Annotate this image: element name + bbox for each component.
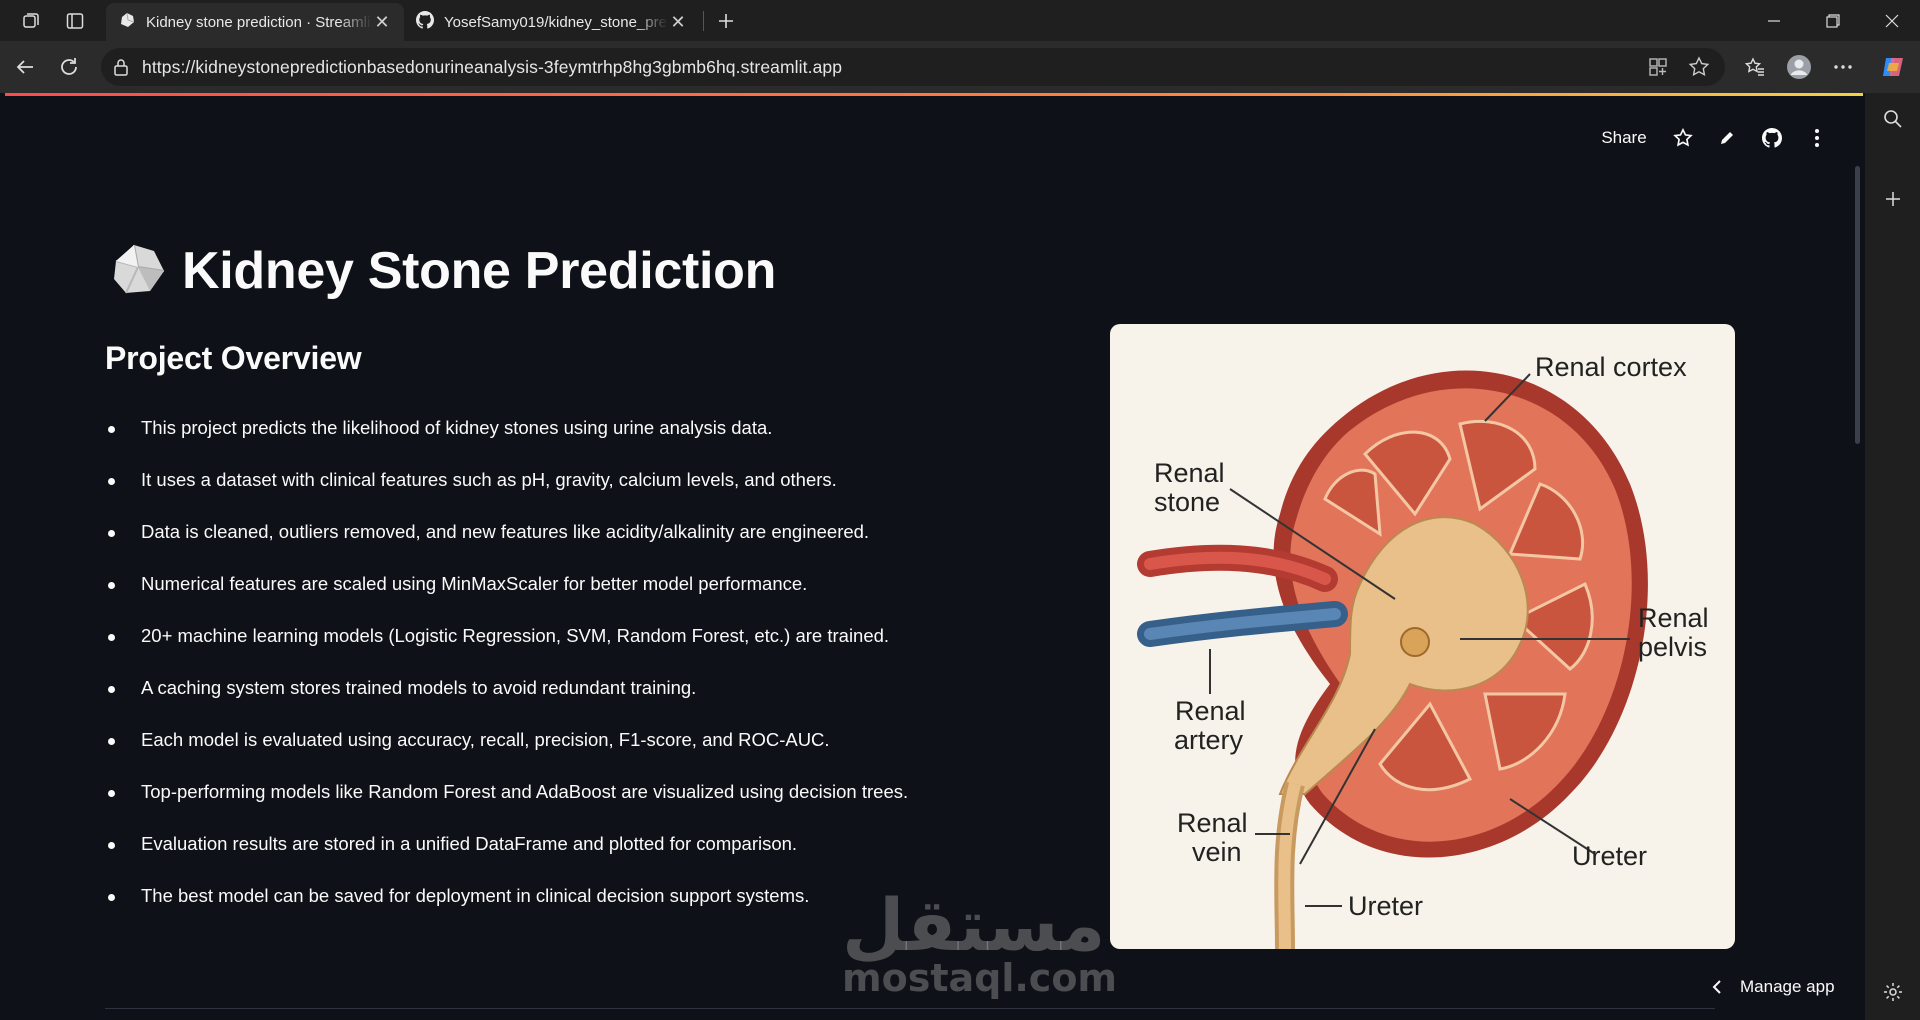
github-icon[interactable]	[1757, 123, 1787, 153]
favorites-icon[interactable]	[1742, 54, 1768, 80]
scrollbar[interactable]	[1855, 166, 1860, 444]
copilot-icon[interactable]	[1880, 54, 1906, 80]
list-item: Data is cleaned, outliers removed, and n…	[108, 507, 988, 559]
bullet-dot	[108, 426, 115, 433]
restore-icon[interactable]	[1805, 0, 1861, 41]
tab-title: Kidney stone prediction · Streamlit	[146, 13, 372, 31]
label-renal-artery-line1: Renal	[1175, 696, 1246, 726]
app-available-icon[interactable]	[1648, 57, 1668, 82]
bullet-dot	[108, 842, 115, 849]
manage-app-button[interactable]: Manage app	[1702, 972, 1835, 1002]
edit-pencil-icon[interactable]	[1712, 123, 1742, 153]
page-title: Kidney Stone Prediction	[182, 242, 777, 300]
label-renal-pelvis-line2: pelvis	[1638, 632, 1707, 662]
tab-github-repo[interactable]: YosefSamy019/kidney_stone_prediction ✕	[404, 3, 700, 41]
edge-sidebar	[1865, 93, 1920, 1020]
settings-more-icon[interactable]	[1830, 54, 1856, 80]
address-bar-row: https://kidneystonepredictionbasedonurin…	[0, 41, 1920, 93]
label-renal-vein-line1: Renal	[1177, 808, 1248, 838]
bullet-dot	[108, 478, 115, 485]
list-item: A caching system stores trained models t…	[108, 663, 988, 715]
bullet-dot	[108, 582, 115, 589]
list-item: 20+ machine learning models (Logistic Re…	[108, 611, 988, 663]
label-renal-pelvis-line1: Renal	[1638, 603, 1709, 633]
list-item: It uses a dataset with clinical features…	[108, 455, 988, 507]
list-item-text: Numerical features are scaled using MinM…	[141, 573, 808, 594]
workspaces-icon[interactable]	[18, 8, 44, 34]
list-item: Evaluation results are stored in a unifi…	[108, 819, 988, 871]
watermark-arabic: مستقل	[842, 883, 1106, 967]
sidebar-settings-gear-icon[interactable]	[1880, 979, 1906, 1005]
chevron-left-icon	[1702, 979, 1732, 995]
profile-avatar-icon[interactable]	[1786, 54, 1812, 80]
tab-close-icon[interactable]: ✕	[668, 12, 688, 33]
bullet-dot	[108, 686, 115, 693]
bullet-dot	[108, 530, 115, 537]
refresh-icon[interactable]	[56, 54, 82, 80]
rock-emoji-icon	[108, 239, 168, 304]
star-icon[interactable]	[1668, 123, 1698, 153]
label-ureter-right: Ureter	[1572, 841, 1647, 871]
url-text: https://kidneystonepredictionbasedonurin…	[142, 56, 843, 77]
tab-title: YosefSamy019/kidney_stone_prediction	[444, 13, 668, 31]
label-ureter-bottom: Ureter	[1348, 891, 1423, 921]
list-item-text: It uses a dataset with clinical features…	[141, 469, 837, 490]
url-field[interactable]: https://kidneystonepredictionbasedonurin…	[101, 48, 1725, 86]
bullet-dot	[108, 634, 115, 641]
list-item-text: Top-performing models like Random Forest…	[141, 781, 909, 802]
tab-separator	[703, 11, 704, 31]
bottom-divider	[105, 1008, 1715, 1009]
search-icon[interactable]	[1880, 106, 1906, 132]
list-item-text: Data is cleaned, outliers removed, and n…	[141, 521, 870, 542]
favorite-star-icon[interactable]	[1688, 56, 1710, 83]
list-item-text: The best model can be saved for deployme…	[141, 885, 810, 906]
bullet-dot	[108, 790, 115, 797]
close-window-icon[interactable]	[1864, 0, 1920, 41]
list-item-text: Evaluation results are stored in a unifi…	[141, 833, 798, 854]
share-button[interactable]: Share	[1599, 123, 1649, 153]
kidney-anatomy-image: Renal cortex Renal stone Renal pelvis Re…	[1110, 324, 1735, 949]
github-favicon-icon	[416, 11, 434, 33]
list-item-text: Each model is evaluated using accuracy, …	[141, 729, 830, 750]
list-item: Numerical features are scaled using MinM…	[108, 559, 988, 611]
tab-close-icon[interactable]: ✕	[372, 12, 392, 33]
mostaql-watermark: مستقل mostaql.com	[842, 883, 1118, 1000]
manage-app-label: Manage app	[1740, 977, 1835, 996]
kidney-illustration: Renal cortex Renal stone Renal pelvis Re…	[1137, 352, 1709, 949]
label-renal-vein-line2: vein	[1192, 837, 1242, 867]
back-icon[interactable]	[12, 54, 38, 80]
bullet-dot	[108, 738, 115, 745]
streamlit-favicon-icon	[118, 11, 136, 33]
list-item-text: This project predicts the likelihood of …	[141, 417, 773, 438]
label-renal-artery-line2: artery	[1174, 725, 1244, 755]
tab-kidney-stone-prediction[interactable]: Kidney stone prediction · Streamlit ✕	[106, 3, 404, 41]
section-heading: Project Overview	[105, 340, 362, 376]
list-item: Each model is evaluated using accuracy, …	[108, 715, 988, 767]
page-title-row: Kidney Stone Prediction	[108, 236, 776, 306]
label-renal-cortex: Renal cortex	[1535, 352, 1687, 382]
main-menu-icon[interactable]	[1802, 123, 1832, 153]
overview-bullet-list: This project predicts the likelihood of …	[108, 403, 988, 923]
new-tab-icon[interactable]	[713, 8, 739, 34]
add-sidebar-app-icon[interactable]	[1880, 186, 1906, 212]
minimize-icon[interactable]	[1746, 0, 1802, 41]
browser-tab-bar: Kidney stone prediction · Streamlit ✕ Yo…	[0, 0, 1920, 41]
bullet-dot	[108, 894, 115, 901]
vertical-tabs-icon[interactable]	[62, 8, 88, 34]
list-item: This project predicts the likelihood of …	[108, 403, 988, 455]
label-renal-stone-line2: stone	[1154, 487, 1220, 517]
list-item-text: 20+ machine learning models (Logistic Re…	[141, 625, 890, 646]
watermark-latin: mostaql.com	[842, 956, 1118, 1000]
list-item-text: A caching system stores trained models t…	[141, 677, 697, 698]
site-info-icon[interactable]	[113, 58, 129, 81]
list-item: Top-performing models like Random Forest…	[108, 767, 988, 819]
label-renal-stone-line1: Renal	[1154, 458, 1225, 488]
